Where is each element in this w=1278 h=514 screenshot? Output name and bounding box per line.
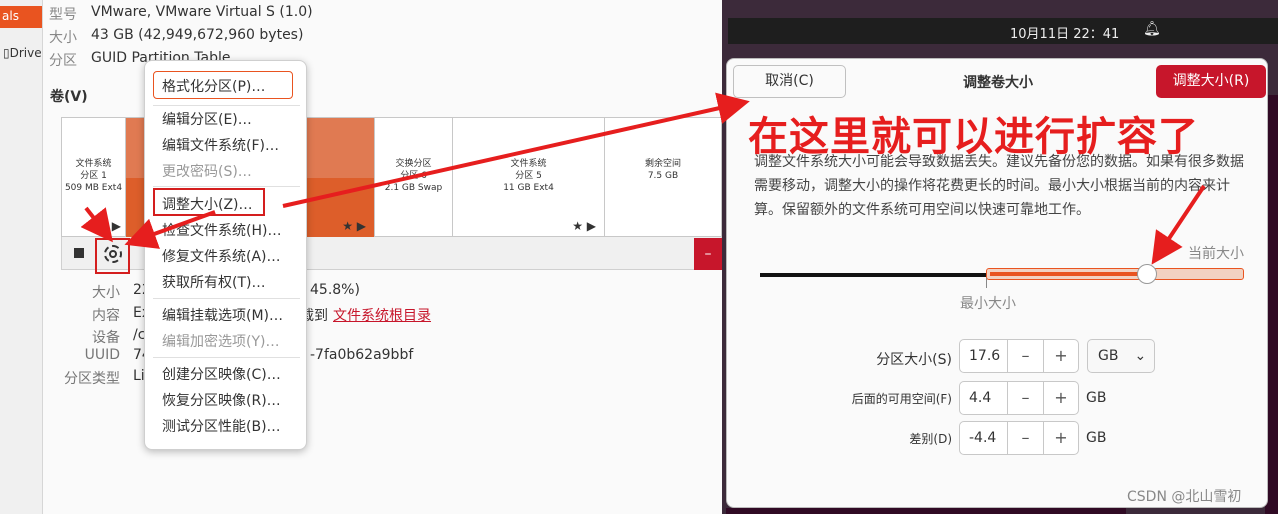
arrow-to-dialog [282, 92, 750, 208]
arrow-to-menu [124, 210, 216, 249]
arrow-to-slider [1151, 184, 1206, 265]
watermark: CSDN @北山雪初 [1127, 489, 1242, 505]
arrow-to-gear [80, 206, 113, 243]
annotation-arrows [80, 92, 1206, 265]
